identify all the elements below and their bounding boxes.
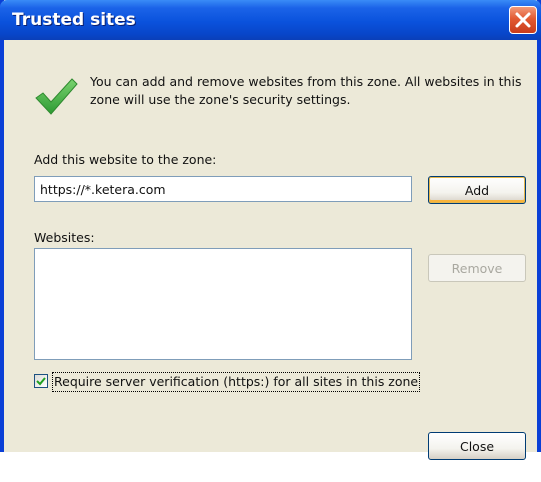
website-url-input[interactable] bbox=[34, 176, 412, 202]
remove-button[interactable]: Remove bbox=[428, 254, 526, 282]
require-verification-label: Require server verification (https:) for… bbox=[52, 372, 421, 392]
check-mark-icon bbox=[36, 377, 46, 386]
trusted-sites-dialog: Trusted sites You can add and remove web… bbox=[0, 0, 541, 460]
title-bar[interactable]: Trusted sites bbox=[0, 0, 541, 40]
require-verification-checkbox[interactable] bbox=[34, 374, 48, 388]
close-icon bbox=[515, 12, 531, 28]
zone-info-text: You can add and remove websites from thi… bbox=[90, 74, 522, 107]
close-button[interactable]: Close bbox=[428, 432, 526, 460]
close-window-button[interactable] bbox=[509, 6, 537, 34]
add-button[interactable]: Add bbox=[428, 176, 526, 204]
websites-label: Websites: bbox=[34, 230, 95, 245]
add-website-label: Add this website to the zone: bbox=[34, 152, 217, 167]
window-title: Trusted sites bbox=[12, 10, 136, 30]
websites-list[interactable] bbox=[34, 248, 412, 360]
dialog-body: You can add and remove websites from thi… bbox=[4, 40, 537, 460]
checkmark-icon bbox=[35, 78, 78, 115]
